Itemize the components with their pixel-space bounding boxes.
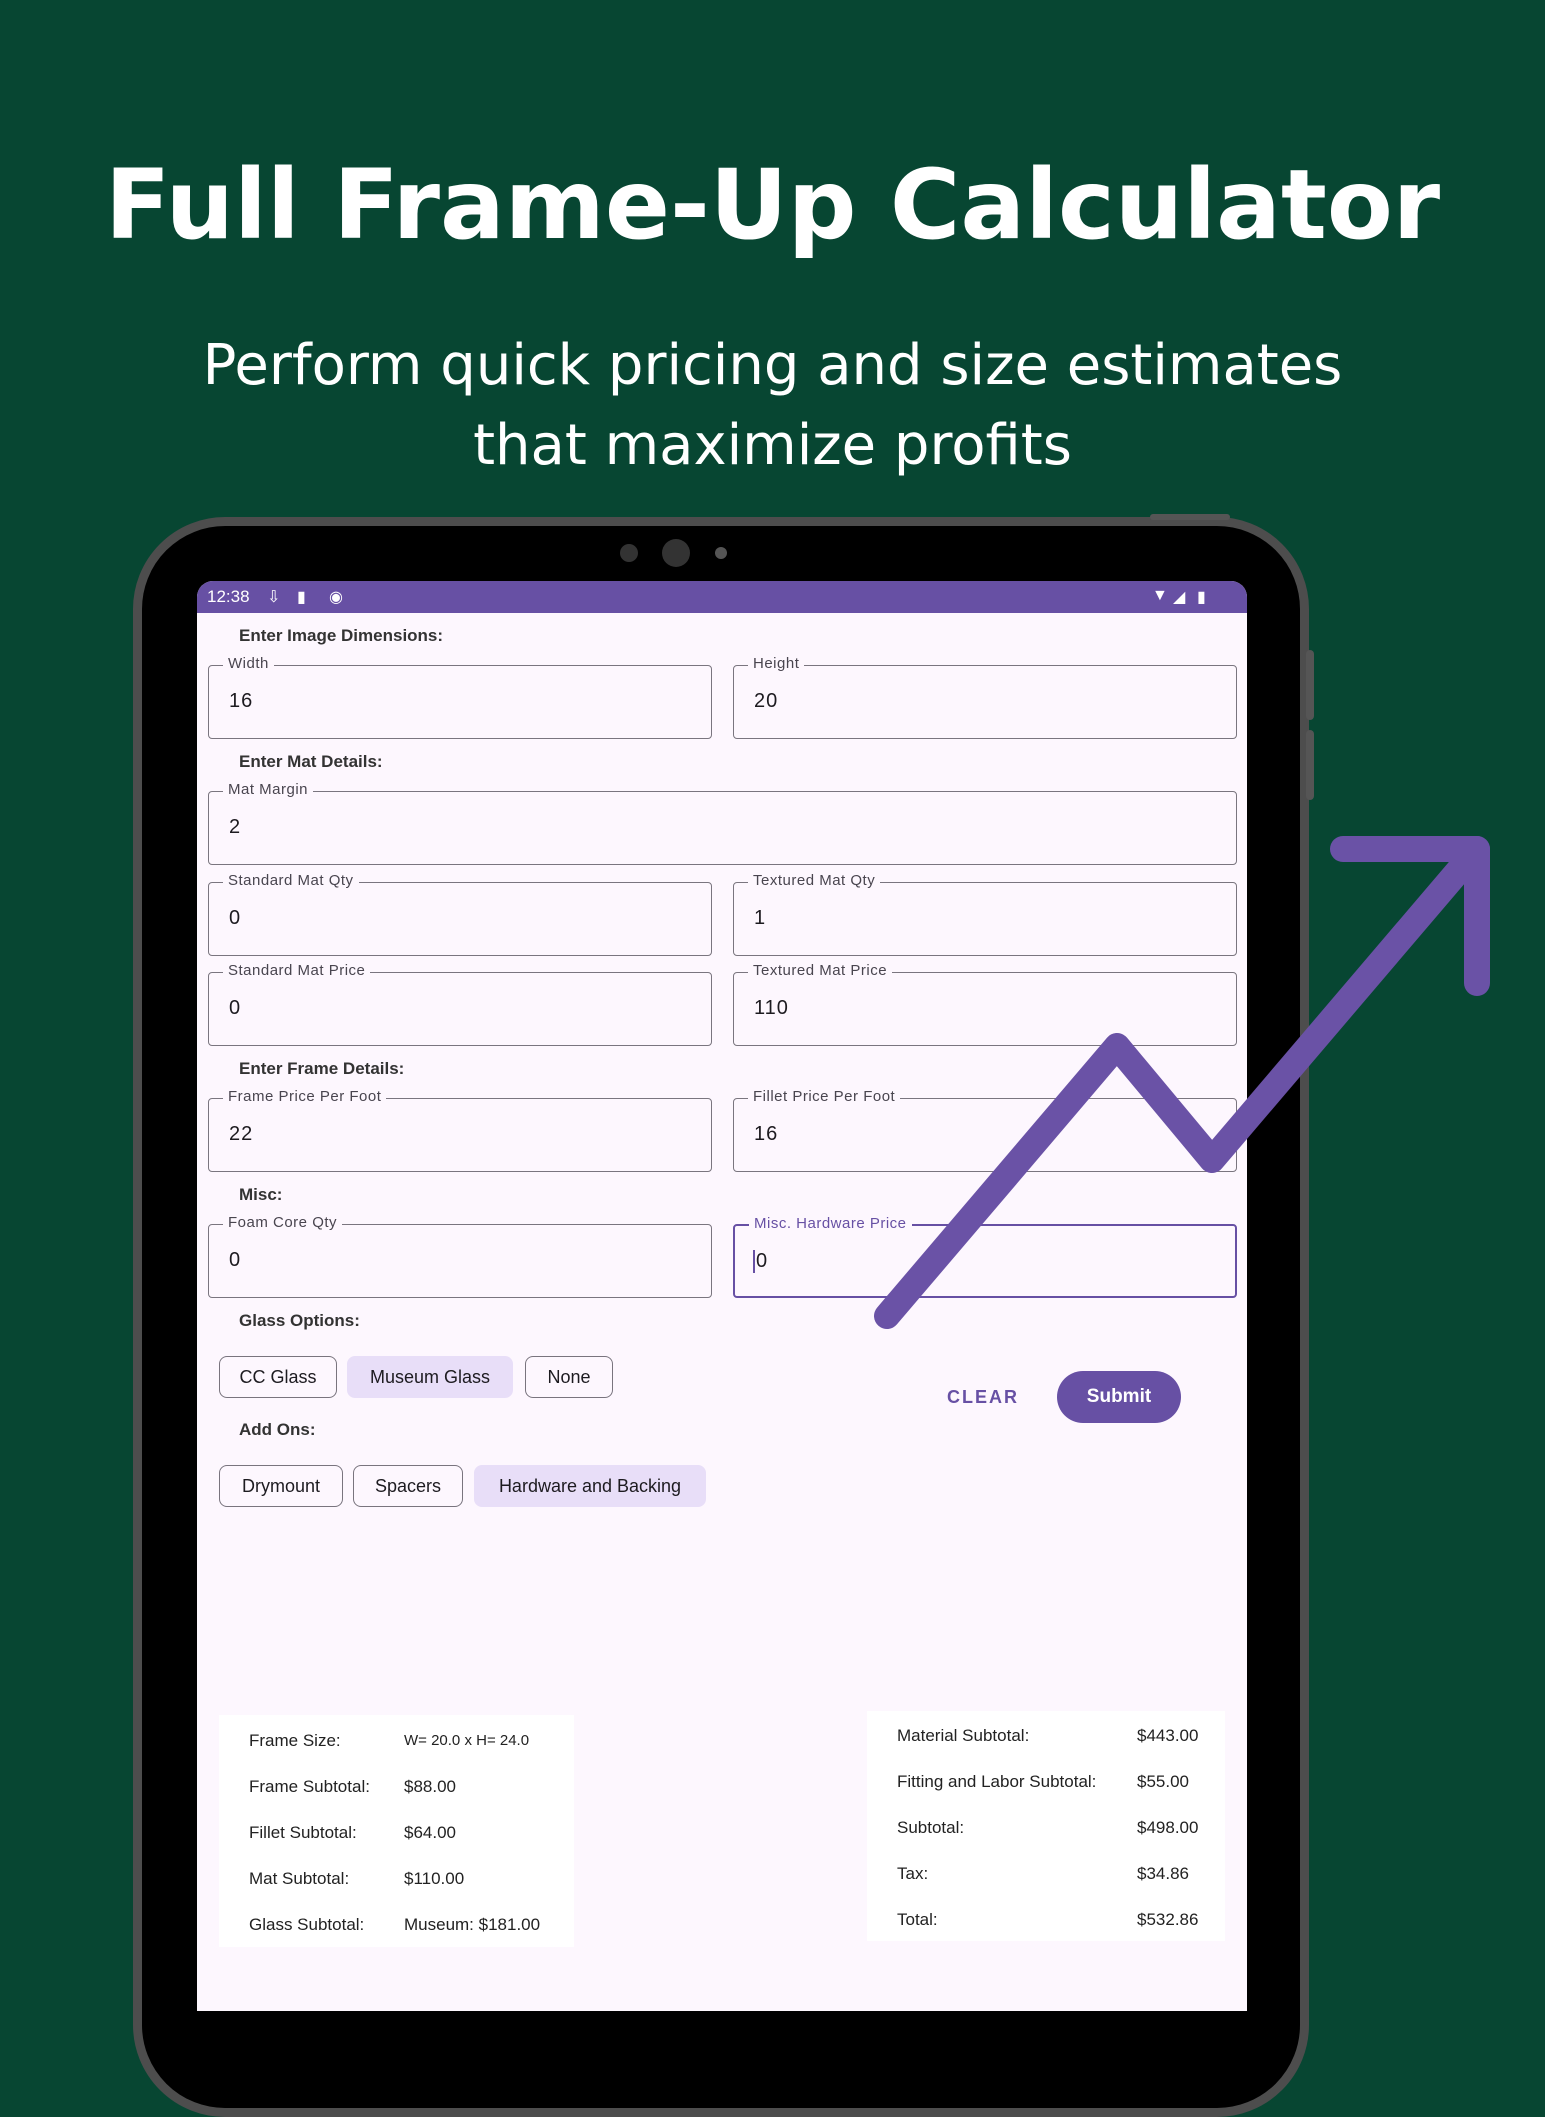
power-button [1306,730,1314,800]
fillet-price-value: 16 [754,1123,779,1145]
sensor-dot [620,544,638,562]
misc-hardware-price-field[interactable]: Misc. Hardware Price 0 [733,1215,1237,1298]
summary-label: Frame Subtotal: [249,1777,370,1796]
summary-label: Frame Size: [249,1731,341,1750]
width-value: 16 [229,690,254,712]
summary-value: $110.00 [404,1869,465,1888]
app-screen: 12:38 ⇩ ▮ ◉ ▼ ◢ ▮ Enter Image Dimensions… [197,581,1247,2011]
foam-core-qty-field[interactable]: Foam Core Qty 0 [208,1214,712,1298]
summary-label: Fitting and Labor Subtotal: [897,1772,1097,1791]
summary-left-panel: Frame Size: W= 20.0 x H= 24.0 Frame Subt… [219,1715,574,1947]
standard-mat-qty-label: Standard Mat Qty [223,872,359,889]
chip-cc-glass[interactable]: CC Glass [219,1356,337,1398]
clear-button[interactable]: CLEAR [933,1371,1033,1423]
chip-museum-glass[interactable]: Museum Glass [347,1356,513,1398]
summary-value: $34.86 [1137,1864,1189,1883]
frame-price-value: 22 [229,1123,254,1145]
summary-value: Museum: $181.00 [404,1915,541,1934]
summary-label: Subtotal: [897,1818,965,1837]
summary-value: W= 20.0 x H= 24.0 [404,1732,530,1749]
camera-lens [662,539,690,567]
height-field[interactable]: Height 20 [733,655,1237,739]
summary-label: Mat Subtotal: [249,1869,350,1888]
textured-mat-qty-field[interactable]: Textured Mat Qty 1 [733,872,1237,956]
chip-hardware-backing[interactable]: Hardware and Backing [474,1465,706,1507]
summary-label: Tax: [897,1864,929,1883]
standard-mat-qty-field[interactable]: Standard Mat Qty 0 [208,872,712,956]
fillet-price-label: Fillet Price Per Foot [748,1088,901,1105]
chip-no-glass[interactable]: None [525,1356,613,1398]
height-value: 20 [754,690,779,712]
mat-margin-label: Mat Margin [223,781,314,798]
standard-mat-qty-value: 0 [229,907,242,929]
standard-mat-price-field[interactable]: Standard Mat Price 0 [208,962,712,1046]
textured-mat-price-field[interactable]: Textured Mat Price 110 [733,962,1237,1046]
hero-title: Full Frame-Up Calculator [104,149,1441,261]
volume-button [1306,650,1314,720]
submit-button[interactable]: Submit [1057,1371,1181,1423]
proximity-dot [715,547,727,559]
battery-icon: ▮ [1197,589,1206,606]
signal-icon: ◢ [1173,589,1186,606]
frame-price-label: Frame Price Per Foot [223,1088,387,1105]
section-add-ons: Add Ons: [239,1420,316,1439]
misc-hardware-price-label: Misc. Hardware Price [749,1215,912,1232]
textured-mat-price-value: 110 [754,997,789,1019]
mat-margin-value: 2 [229,816,242,838]
textured-mat-qty-label: Textured Mat Qty [748,872,881,889]
textured-mat-qty-value: 1 [754,907,767,929]
summary-value: $498.00 [1137,1818,1199,1837]
section-glass-options: Glass Options: [239,1311,360,1330]
mat-margin-field[interactable]: Mat Margin 2 [208,781,1237,865]
sync-icon: ◉ [329,589,343,606]
fillet-price-field[interactable]: Fillet Price Per Foot 16 [733,1088,1237,1172]
section-image-dimensions: Enter Image Dimensions: [239,626,444,645]
summary-right-panel: Material Subtotal: $443.00 Fitting and L… [867,1711,1225,1941]
chip-spacers[interactable]: Spacers [353,1465,463,1507]
width-field[interactable]: Width 16 [208,655,712,739]
summary-label: Glass Subtotal: [249,1915,365,1934]
summary-value: $443.00 [1137,1726,1199,1745]
misc-hardware-price-value: 0 [753,1250,768,1273]
foam-core-qty-label: Foam Core Qty [223,1214,343,1231]
sd-card-icon: ▮ [297,589,306,606]
download-icon: ⇩ [267,589,281,606]
hero-subtitle: Perform quick pricing and size estimates… [202,333,1343,478]
summary-label: Material Subtotal: [897,1726,1030,1745]
chip-drymount[interactable]: Drymount [219,1465,343,1507]
width-label: Width [223,655,274,672]
standard-mat-price-label: Standard Mat Price [223,962,371,979]
wifi-icon: ▼ [1152,587,1168,604]
height-label: Height [748,655,805,672]
summary-label: Fillet Subtotal: [249,1823,357,1842]
standard-mat-price-value: 0 [229,997,242,1019]
summary-value: $64.00 [404,1823,456,1842]
status-bar: 12:38 ⇩ ▮ ◉ ▼ ◢ ▮ [197,581,1247,613]
section-misc: Misc: [239,1185,283,1204]
section-mat-details: Enter Mat Details: [239,752,383,771]
section-frame-details: Enter Frame Details: [239,1059,405,1078]
summary-value: $55.00 [1137,1772,1189,1791]
summary-value: $88.00 [404,1777,456,1796]
top-button [1150,514,1230,520]
frame-price-field[interactable]: Frame Price Per Foot 22 [208,1088,712,1172]
textured-mat-price-label: Textured Mat Price [748,962,893,979]
status-time: 12:38 [207,587,250,606]
summary-label: Total: [897,1910,938,1929]
foam-core-qty-value: 0 [229,1249,242,1271]
summary-value: $532.86 [1137,1910,1199,1929]
